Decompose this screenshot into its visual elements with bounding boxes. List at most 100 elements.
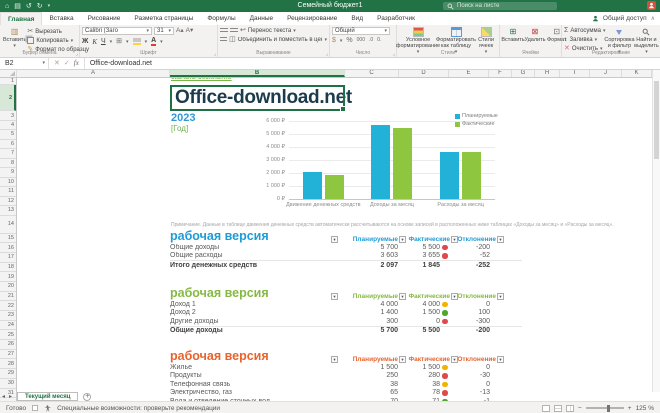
- font-size-select[interactable]: 31 ▾: [154, 27, 174, 35]
- name-box[interactable]: B2 ▾: [0, 57, 49, 69]
- tab-формулы[interactable]: Формулы: [200, 12, 242, 25]
- number-format-select[interactable]: Общий ▾: [332, 27, 390, 35]
- row-header-8[interactable]: 8: [0, 158, 16, 168]
- bar-Планируемые[interactable]: [371, 124, 391, 199]
- row-header-27[interactable]: 27: [0, 349, 16, 360]
- align-left-icon[interactable]: [220, 36, 228, 43]
- wrap-text-button[interactable]: Перенос текста: [248, 28, 291, 34]
- row-header-7[interactable]: 7: [0, 149, 16, 159]
- row-header-22[interactable]: 22: [0, 301, 16, 311]
- formula-input[interactable]: Office-download.net: [85, 60, 152, 67]
- bar-Фактические[interactable]: [462, 151, 482, 199]
- tab-вставка[interactable]: Вставка: [42, 12, 80, 25]
- year-placeholder-cell[interactable]: [Год]: [171, 124, 188, 133]
- tab-рисование[interactable]: Рисование: [81, 12, 128, 25]
- column-header-J[interactable]: J: [590, 69, 622, 77]
- filter-button[interactable]: ▾: [399, 293, 406, 300]
- zoom-level[interactable]: 125 %: [636, 405, 654, 412]
- page-layout-view-button[interactable]: [553, 404, 562, 412]
- number-dialog-launcher[interactable]: ⌟: [393, 51, 395, 57]
- row-header-11[interactable]: 11: [0, 187, 16, 197]
- accounting-format-icon[interactable]: $: [332, 37, 336, 44]
- alignment-dialog-launcher[interactable]: ⌟: [326, 51, 328, 57]
- row-header-19[interactable]: 19: [0, 272, 16, 282]
- page-break-view-button[interactable]: [565, 404, 574, 412]
- row-header-4[interactable]: 4: [0, 121, 16, 130]
- search-box[interactable]: Поиск на листе: [443, 2, 557, 10]
- share-button[interactable]: Общий доступ: [603, 15, 647, 22]
- accessibility-status[interactable]: Специальные возможности: проверьте реком…: [57, 405, 220, 412]
- borders-icon[interactable]: ⊞: [116, 38, 122, 45]
- fill-handle[interactable]: [340, 106, 346, 112]
- macro-record-icon[interactable]: [32, 405, 39, 411]
- row-header-1[interactable]: 1: [0, 78, 16, 85]
- bar-Планируемые[interactable]: [440, 152, 460, 199]
- row-header-5[interactable]: 5: [0, 130, 16, 140]
- font-color-icon[interactable]: А: [151, 37, 157, 46]
- comma-style-icon[interactable]: 000: [357, 38, 365, 43]
- align-middle-icon[interactable]: [230, 27, 238, 34]
- row-header-6[interactable]: 6: [0, 139, 16, 149]
- select-all-button[interactable]: [0, 69, 17, 77]
- row-header-3[interactable]: 3: [0, 111, 16, 121]
- row-header-20[interactable]: 20: [0, 281, 16, 292]
- increase-decimal-icon[interactable]: .0: [369, 38, 373, 43]
- row-header-16[interactable]: 16: [0, 243, 16, 253]
- account-avatar[interactable]: [647, 1, 656, 10]
- decrease-decimal-icon[interactable]: 0.: [377, 38, 381, 43]
- filter-button[interactable]: ▾: [497, 356, 504, 363]
- row-header-9[interactable]: 9: [0, 168, 16, 178]
- filter-button[interactable]: ▾: [399, 356, 406, 363]
- next-sheet-icon[interactable]: ▸: [7, 393, 14, 400]
- insert-function-icon[interactable]: fx: [74, 59, 79, 67]
- row-header-25[interactable]: 25: [0, 330, 16, 341]
- row-header-30[interactable]: 30: [0, 378, 16, 389]
- zoom-in-button[interactable]: +: [628, 405, 632, 412]
- font-name-select[interactable]: Calibri (Заго ▾: [82, 27, 152, 35]
- confirm-entry-icon[interactable]: ✓: [64, 59, 70, 67]
- percent-icon[interactable]: %: [346, 37, 352, 44]
- normal-view-button[interactable]: [541, 404, 550, 412]
- zoom-slider[interactable]: [585, 404, 624, 412]
- row-header-10[interactable]: 10: [0, 177, 16, 187]
- collapse-ribbon-icon[interactable]: ∧: [651, 15, 655, 22]
- filter-button[interactable]: ▾: [331, 236, 338, 243]
- merge-center-button[interactable]: Объединить и поместить в центре: [238, 37, 323, 43]
- underline-button[interactable]: Ч: [101, 38, 106, 45]
- tab-рецензирование[interactable]: Рецензирование: [280, 12, 344, 25]
- column-header-A[interactable]: A: [17, 69, 170, 77]
- tab-вид[interactable]: Вид: [344, 12, 370, 25]
- paste-button[interactable]: ▥ Вставить ▾: [2, 27, 27, 49]
- clipboard-dialog-launcher[interactable]: ⌟: [76, 51, 78, 57]
- row-header-24[interactable]: 24: [0, 320, 16, 331]
- tab-данные[interactable]: Данные: [243, 12, 280, 25]
- budget-chart[interactable]: Планируемые Фактические 6 000 ₽ 5 000 ₽ 4 00…: [253, 107, 553, 219]
- filter-button[interactable]: ▾: [331, 293, 338, 300]
- filter-button[interactable]: ▾: [399, 236, 406, 243]
- row-header-2[interactable]: 2: [0, 85, 16, 111]
- row-header-23[interactable]: 23: [0, 311, 16, 321]
- fill-color-icon[interactable]: [132, 38, 141, 45]
- bar-Фактические[interactable]: [393, 127, 413, 199]
- year-cell[interactable]: 2023: [171, 112, 195, 124]
- delete-cells-button[interactable]: ⊠ Удалить: [524, 27, 546, 44]
- row-header-21[interactable]: 21: [0, 291, 16, 302]
- selected-cell-border[interactable]: [170, 85, 346, 112]
- column-header-G[interactable]: G: [512, 69, 535, 77]
- row-header-17[interactable]: 17: [0, 252, 16, 263]
- row-header-12[interactable]: 12: [0, 196, 16, 206]
- row-header-13[interactable]: 13: [0, 206, 16, 216]
- tab-разметка-страницы[interactable]: Разметка страницы: [127, 12, 200, 25]
- row-header-28[interactable]: 28: [0, 359, 16, 370]
- tab-главная[interactable]: Главная: [0, 12, 43, 25]
- column-header-E[interactable]: E: [449, 69, 489, 77]
- column-header-I[interactable]: I: [560, 69, 590, 77]
- row-header-14[interactable]: 14: [0, 215, 16, 234]
- decrease-font-icon[interactable]: A▾: [186, 27, 194, 35]
- column-header-B[interactable]: B: [170, 69, 345, 77]
- row-header-18[interactable]: 18: [0, 262, 16, 273]
- insert-cells-button[interactable]: ⊞ Вставить: [501, 27, 524, 44]
- column-header-H[interactable]: H: [535, 69, 560, 77]
- autosum-button[interactable]: Σ Автосумма ▾: [564, 27, 605, 34]
- increase-font-icon[interactable]: A▴: [176, 27, 184, 35]
